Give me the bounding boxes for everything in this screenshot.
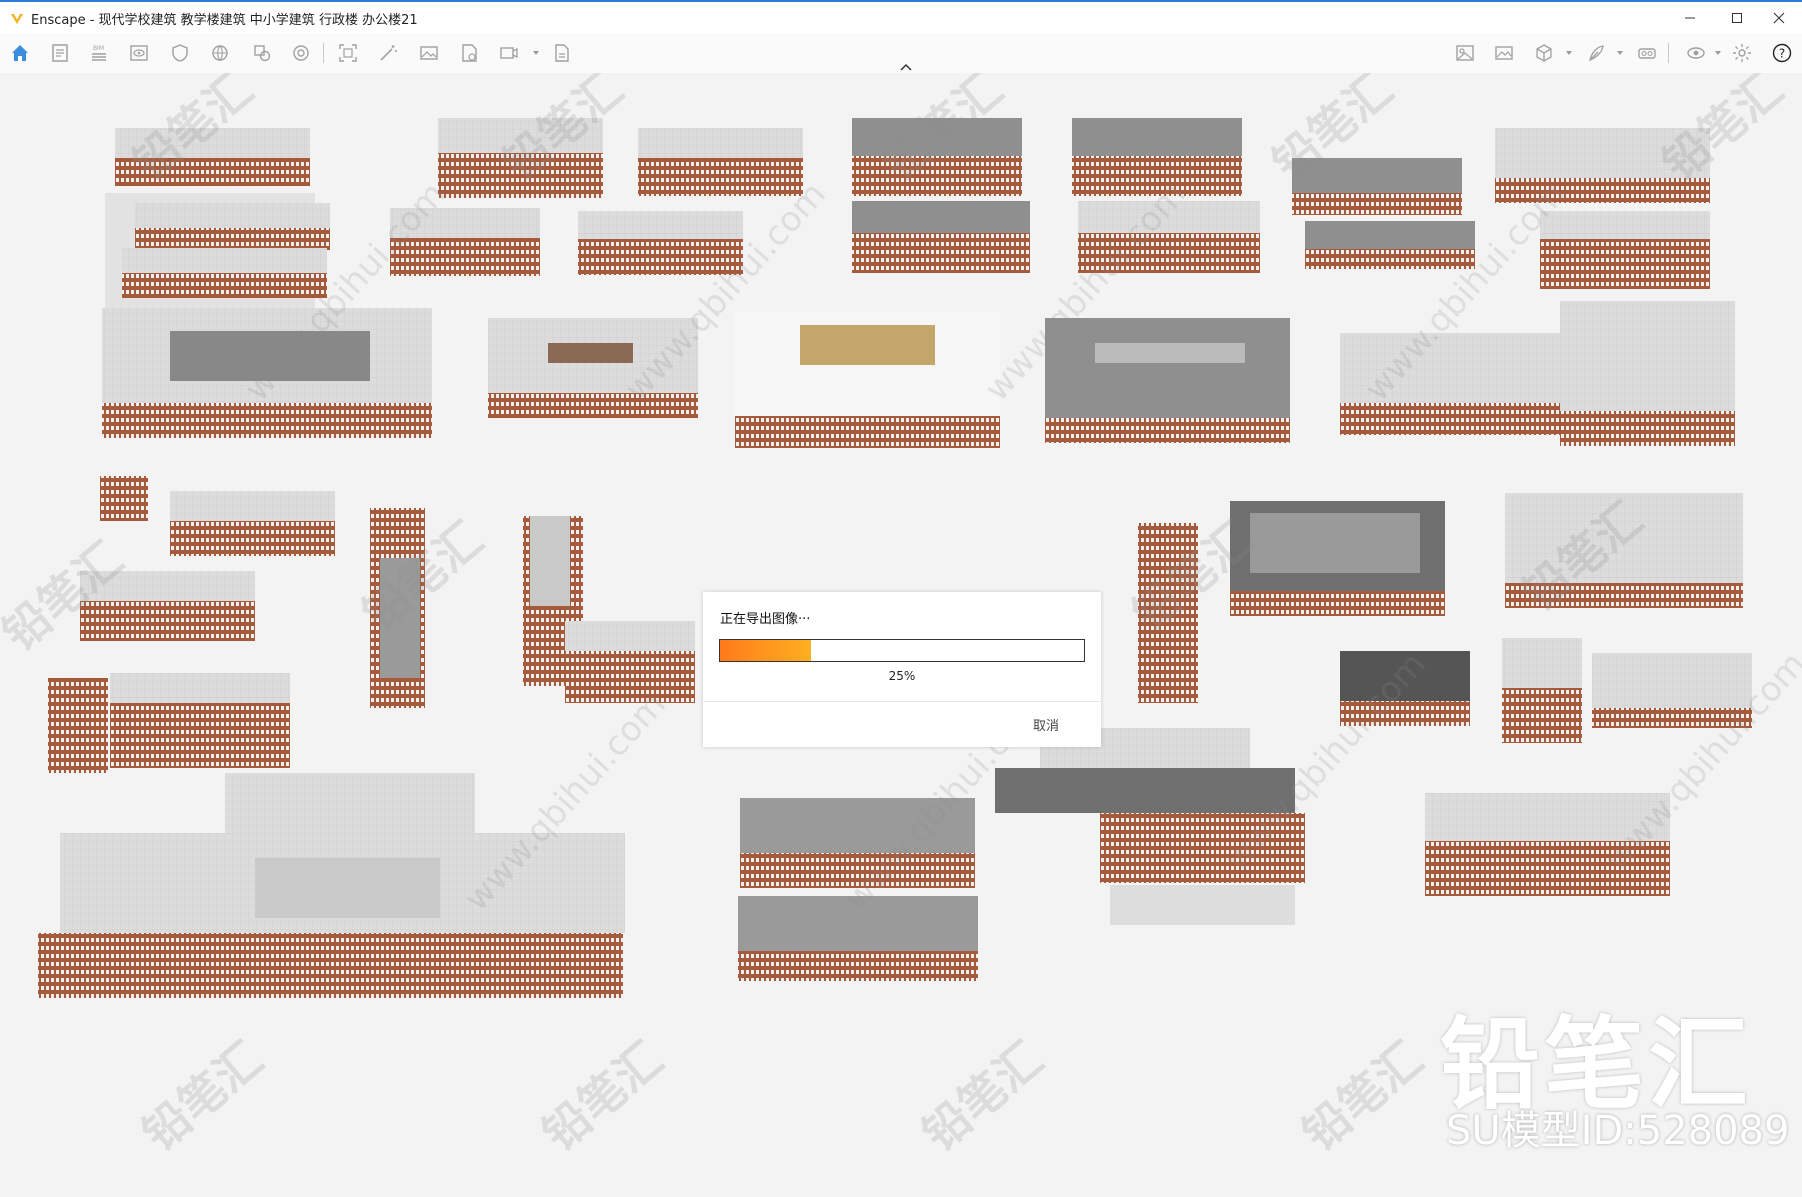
dialog-divider	[703, 701, 1101, 702]
maximize-icon	[1732, 12, 1742, 23]
close-button[interactable]	[1757, 2, 1801, 33]
title-bar: Enscape - 现代学校建筑 教学楼建筑 中小学建筑 行政楼 办公楼21	[0, 0, 1802, 33]
progress-bar-fill	[720, 640, 811, 661]
home-button[interactable]	[8, 41, 32, 65]
dialog-message: 正在导出图像···	[720, 612, 811, 627]
document-icon	[462, 44, 477, 62]
close-icon	[1773, 12, 1785, 23]
export-button[interactable]	[549, 41, 573, 65]
window-title: Enscape - 现代学校建筑 教学楼建筑 中小学建筑 行政楼 办公楼21	[31, 13, 418, 28]
bim-icon: BIM	[92, 45, 106, 61]
export-progress-dialog: 正在导出图像··· 25% 取消	[703, 592, 1101, 747]
home-icon	[12, 45, 28, 61]
help-icon: ?	[1772, 43, 1792, 63]
settings-icon	[1733, 44, 1751, 62]
feather-button[interactable]	[1584, 41, 1608, 65]
notes-button[interactable]	[48, 41, 72, 65]
material-button[interactable]	[250, 41, 274, 65]
render-viewport[interactable]: 铅笔汇 铅笔汇 铅笔汇 铅笔汇 铅笔汇 www.qbihui.com www.q…	[0, 73, 1802, 1197]
eye-icon	[130, 45, 148, 61]
bim-button[interactable]: BIM	[87, 41, 111, 65]
dropdown-caret-icon[interactable]	[1566, 51, 1572, 55]
material-icon	[254, 45, 271, 62]
screenshot-icon	[1495, 46, 1513, 60]
export-icon	[555, 44, 569, 62]
view-icon	[1687, 47, 1705, 59]
vr-button[interactable]	[1635, 41, 1659, 65]
screenshot-button[interactable]	[1492, 41, 1516, 65]
dropdown-caret-icon[interactable]	[1617, 51, 1623, 55]
settings-button[interactable]	[1730, 41, 1754, 65]
video-button[interactable]	[497, 41, 521, 65]
document-button[interactable]	[457, 41, 481, 65]
globe-icon	[212, 45, 228, 61]
magic-button[interactable]	[376, 41, 400, 65]
minimize-button[interactable]	[1668, 2, 1712, 33]
video-icon	[500, 47, 518, 59]
svg-text:BIM: BIM	[93, 45, 104, 52]
view-button[interactable]	[1684, 41, 1708, 65]
image-button[interactable]	[417, 41, 441, 65]
shield-button[interactable]	[168, 41, 192, 65]
shield-icon	[172, 44, 188, 62]
progress-bar	[719, 639, 1085, 662]
image-icon	[420, 46, 438, 60]
dropdown-caret-icon[interactable]	[1715, 51, 1721, 55]
chevron-up-icon	[900, 63, 912, 71]
dropdown-caret-icon[interactable]	[533, 51, 539, 55]
collapse-toolbar-button[interactable]	[895, 60, 917, 74]
capture-icon	[339, 44, 357, 62]
model-id-label: SU模型ID:528089	[1446, 1108, 1790, 1154]
sync-button[interactable]	[289, 41, 313, 65]
capture-button[interactable]	[336, 41, 360, 65]
progress-percent: 25%	[888, 669, 916, 683]
magic-icon	[380, 45, 397, 61]
globe-button[interactable]	[208, 41, 232, 65]
svg-text:?: ?	[1779, 47, 1785, 61]
toolbar-separator	[323, 43, 324, 63]
help-button[interactable]: ?	[1770, 41, 1794, 65]
gallery-icon	[1456, 45, 1474, 61]
notes-icon	[52, 44, 68, 62]
sync-icon	[293, 45, 309, 61]
asset-button[interactable]	[1532, 41, 1556, 65]
feather-icon	[1589, 45, 1604, 62]
toolbar-separator	[1668, 43, 1669, 63]
vr-icon	[1638, 48, 1656, 59]
asset-icon	[1536, 44, 1552, 62]
enscape-logo-icon	[11, 14, 23, 24]
gallery-button[interactable]	[1453, 41, 1477, 65]
cancel-button[interactable]: 取消	[1033, 715, 1059, 734]
minimize-icon	[1685, 17, 1695, 18]
enscape-window: Enscape - 现代学校建筑 教学楼建筑 中小学建筑 行政楼 办公楼21 B…	[0, 0, 1802, 1197]
maximize-button[interactable]	[1715, 2, 1759, 33]
views-button[interactable]	[127, 41, 151, 65]
